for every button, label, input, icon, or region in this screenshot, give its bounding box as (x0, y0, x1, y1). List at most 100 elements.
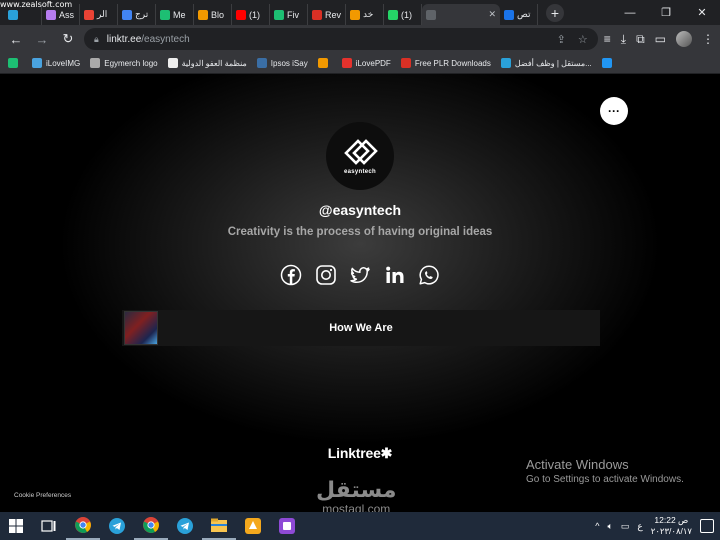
link-label: How We Are (329, 322, 393, 334)
tab-title: Fiv (287, 9, 299, 20)
chrome-icon[interactable] (134, 512, 168, 540)
browser-tab[interactable]: تص (500, 4, 539, 25)
share-icon[interactable]: ⇪ (557, 33, 566, 46)
url-text: linktr.ee/easyntech (106, 33, 190, 45)
activate-title: Activate Windows (526, 457, 629, 472)
whatsapp-icon[interactable] (418, 264, 440, 286)
browser-tab[interactable]: Fiv (270, 4, 308, 25)
browser-tab[interactable]: الر (80, 4, 118, 25)
activate-subtitle: Go to Settings to activate Windows. (526, 474, 684, 485)
language-indicator[interactable]: ع (637, 521, 642, 532)
bookmark-favicon-icon (317, 58, 328, 68)
mostaql-arabic: مستقل (316, 478, 397, 503)
link-button-how-we-are[interactable]: How We Are (122, 310, 600, 346)
tab-close-icon[interactable]: ✕ (488, 9, 496, 20)
logo-mark-icon (344, 139, 378, 165)
tab-title: الر (97, 9, 108, 19)
activate-windows-overlay: Activate Windows Go to Settings to activ… (526, 457, 684, 485)
menu-icon[interactable]: ⋮ (702, 32, 714, 46)
browser-tab[interactable]: ترج (118, 4, 156, 25)
bookmark-label: iLovePDF (355, 58, 391, 68)
bookmark-item[interactable]: Ipsos iSay (256, 58, 308, 68)
bookmark-item[interactable] (601, 58, 616, 68)
windows-logo-icon (9, 519, 23, 533)
bookmark-favicon-icon (90, 58, 101, 68)
sidepanel-icon[interactable]: ▭ (655, 32, 666, 46)
address-bar[interactable]: 🔒︎ linktr.ee/easyntech ⇪ ☆ (84, 28, 598, 50)
bookmark-favicon-icon (341, 58, 352, 68)
task-view-icon[interactable] (32, 512, 66, 540)
logo-text: easyntech (343, 169, 377, 175)
facebook-icon[interactable] (280, 264, 302, 286)
social-icons (280, 264, 440, 286)
file-explorer-icon[interactable] (202, 512, 236, 540)
bookmark-item[interactable]: Free PLR Downloads (400, 58, 491, 68)
twitter-icon[interactable] (349, 264, 371, 286)
bookmark-item[interactable]: منظمة العفو الدولية (167, 58, 247, 68)
minimize-button[interactable]: — (612, 0, 648, 25)
new-tab-button[interactable]: + (546, 3, 565, 22)
windows-taskbar: ^ 🔈︎ ▭ ع 12:22 ص ٢٠٢٣/٠٨/١٧ (0, 512, 720, 540)
star-icon[interactable]: ☆ (578, 33, 588, 46)
reload-button[interactable]: ↻ (58, 29, 78, 49)
tab-favicon-icon (236, 9, 246, 20)
profile-tagline: Creativity is the process of having orig… (227, 226, 493, 238)
start-button[interactable] (0, 512, 32, 540)
clock[interactable]: 12:22 ص ٢٠٢٣/٠٨/١٧ (651, 515, 692, 537)
app-purple-icon[interactable] (270, 512, 304, 540)
telegram-icon[interactable] (168, 512, 202, 540)
browser-tab[interactable]: Rev (308, 4, 347, 25)
browser-tab[interactable]: خد (346, 4, 385, 25)
profile-handle: @easyntech (318, 202, 402, 218)
bookmarks-bar: iLoveIMG Egymerch logo منظمة العفو الدولية… (0, 53, 720, 74)
profile-avatar[interactable] (676, 31, 692, 47)
bookmark-item[interactable]: مستقل | وظف أفضل... (500, 58, 592, 68)
tab-favicon-icon (198, 9, 208, 20)
tab-title: Blo (211, 9, 225, 20)
bookmark-item[interactable]: iLoveIMG (32, 58, 80, 68)
tab-favicon-icon (274, 9, 284, 20)
bookmark-item[interactable] (8, 58, 22, 68)
bookmark-favicon-icon (167, 58, 178, 68)
close-window-button[interactable]: ✕ (684, 0, 720, 25)
tab-title: Ass (59, 9, 75, 20)
browser-tab[interactable]: Me (156, 4, 194, 25)
app-orange-icon[interactable] (236, 512, 270, 540)
browser-tab[interactable]: Blo (194, 4, 232, 25)
mostaql-watermark: مستقل mostaql.com (316, 478, 397, 517)
browser-toolbar: ← → ↻ 🔒︎ linktr.ee/easyntech ⇪ ☆ ≡ ⤓ ⧉ ▭… (0, 25, 720, 53)
tab-title: Me (173, 9, 186, 20)
tab-favicon-icon (504, 9, 515, 20)
reading-list-icon[interactable]: ≡ (604, 32, 611, 46)
bookmark-item[interactable]: Egymerch logo (90, 58, 158, 68)
tab-favicon-icon (312, 9, 322, 20)
maximize-button[interactable]: ❐ (648, 0, 684, 25)
window-controls: — ❐ ✕ (612, 0, 720, 25)
download-icon[interactable]: ⤓ (621, 32, 626, 47)
linkedin-icon[interactable] (384, 264, 406, 286)
more-options-button[interactable]: ··· (600, 97, 628, 125)
tab-favicon-icon (122, 9, 132, 20)
bookmark-favicon-icon (8, 58, 18, 68)
link-thumbnail (124, 311, 158, 345)
network-icon[interactable]: ▭ (621, 521, 630, 532)
cookie-preferences-link[interactable]: Cookie Preferences (14, 492, 71, 499)
browser-tab[interactable]: (1) (384, 4, 423, 25)
bookmark-item[interactable]: iLovePDF (341, 58, 391, 68)
bookmark-label: Ipsos iSay (270, 58, 308, 68)
speaker-icon[interactable]: 🔈︎ (607, 521, 612, 532)
telegram-icon[interactable] (100, 512, 134, 540)
back-button[interactable]: ← (6, 29, 26, 49)
instagram-icon[interactable] (315, 264, 337, 286)
browser-tab[interactable]: ✕ (422, 4, 501, 25)
bookmark-item[interactable] (317, 58, 332, 68)
chevron-up-icon[interactable]: ^ (595, 521, 599, 531)
bookmark-label: Egymerch logo (104, 58, 158, 68)
profile-logo[interactable]: easyntech (326, 122, 394, 190)
browser-tab[interactable]: (1) (232, 4, 270, 25)
tab-title: (1) (249, 9, 260, 20)
notification-icon[interactable] (700, 519, 714, 533)
forward-button[interactable]: → (32, 29, 52, 49)
chrome-icon[interactable] (66, 512, 100, 540)
extensions-icon[interactable]: ⧉ (636, 32, 645, 47)
